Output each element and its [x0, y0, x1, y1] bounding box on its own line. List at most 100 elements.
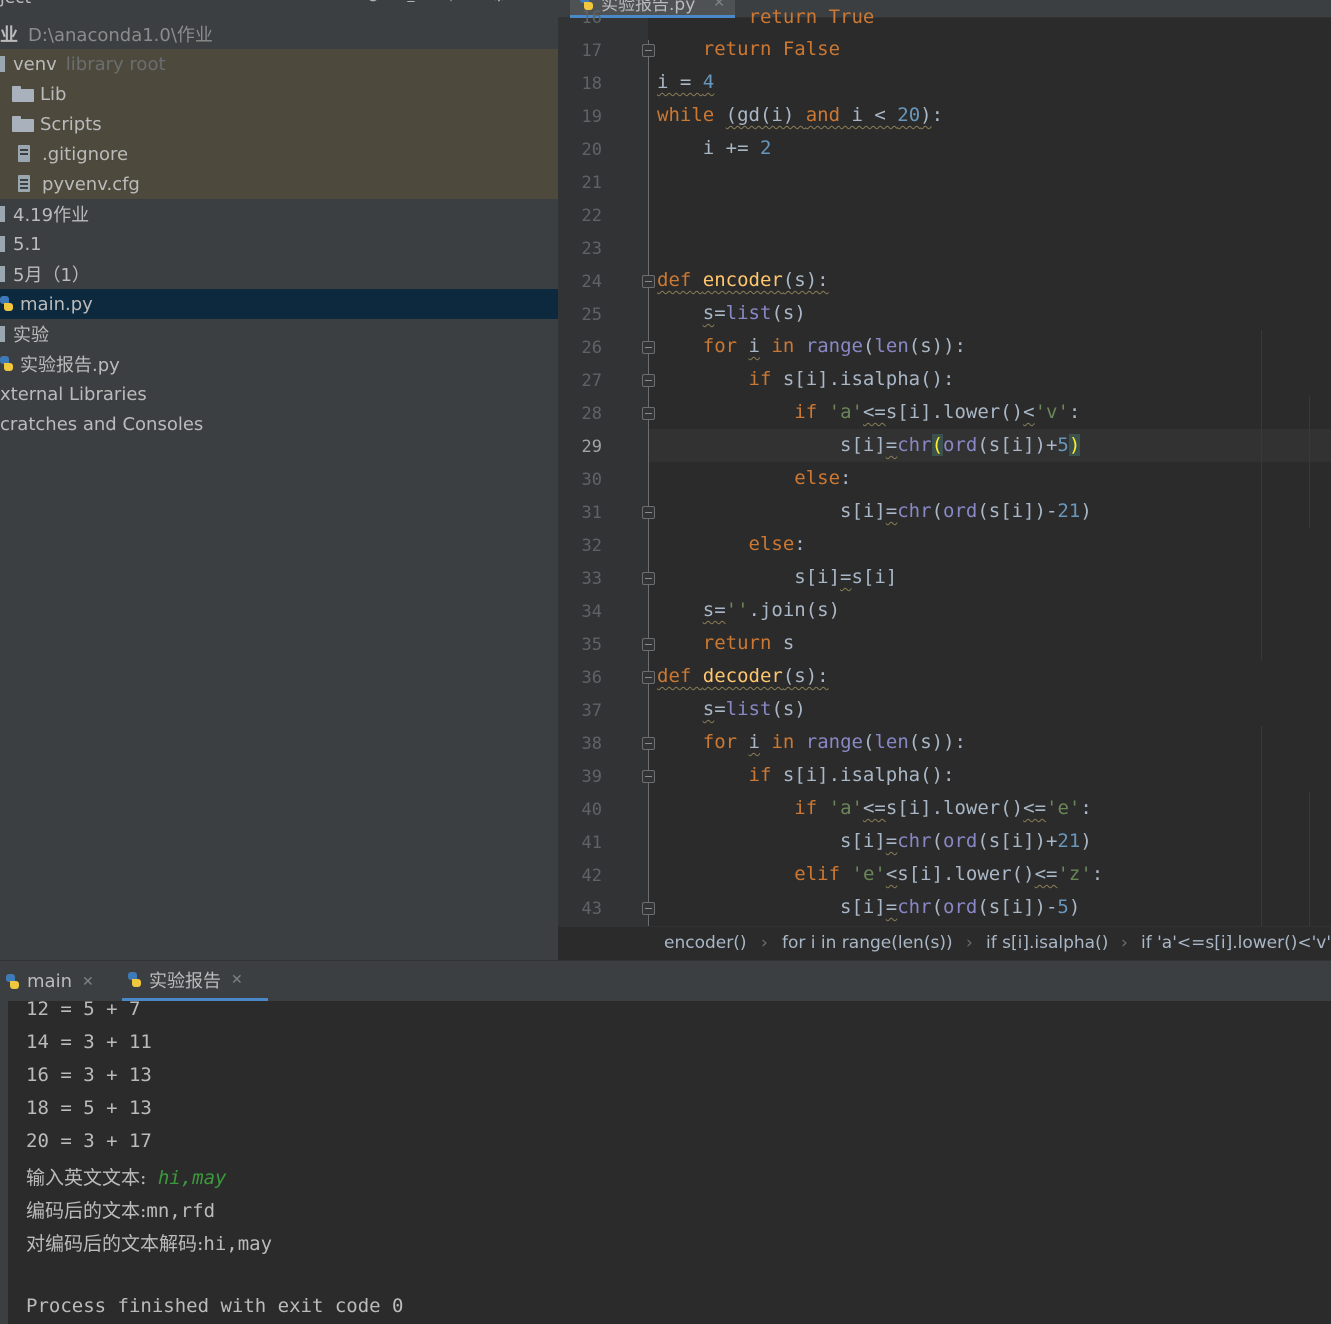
- run-tab-main[interactable]: main ✕: [0, 961, 100, 1002]
- decoded-value: hi,may: [203, 1233, 273, 1255]
- folder-icon: [12, 86, 34, 102]
- breadcrumb-item[interactable]: for i in range(len(s)): [782, 933, 953, 953]
- line-number: 40: [581, 800, 602, 820]
- code-line-33[interactable]: s[i]=s[i]: [657, 561, 897, 594]
- breadcrumb-item[interactable]: if 'a'<=s[i].lower()<'v': [1141, 933, 1331, 953]
- breadcrumb-item[interactable]: if s[i].isalpha(): [986, 933, 1108, 953]
- fold-marker-icon[interactable]: [642, 341, 655, 354]
- chevron-right-icon: ›: [1121, 933, 1128, 953]
- tree-item-label: venv: [13, 53, 57, 75]
- tree-item-gitignore[interactable]: .gitignore: [0, 139, 558, 169]
- code-line-19[interactable]: while (gd(i) and i < 20):: [657, 99, 943, 132]
- code-line-32[interactable]: else:: [657, 528, 806, 561]
- code-line-34[interactable]: s=''.join(s): [657, 594, 840, 627]
- fold-marker-icon[interactable]: [642, 737, 655, 750]
- fold-marker-icon[interactable]: [642, 275, 655, 288]
- fold-marker-icon[interactable]: [642, 44, 655, 57]
- line-number: 32: [581, 536, 602, 556]
- line-number: 36: [581, 668, 602, 688]
- code-line-17[interactable]: return False: [657, 33, 840, 66]
- tree-item-external-libraries[interactable]: xternal Libraries: [0, 379, 558, 409]
- console-prompt-line: 输入英文文本: hi,may: [26, 1163, 227, 1190]
- user-input-text: hi,may: [157, 1167, 227, 1189]
- code-line-24[interactable]: def encoder(s):: [657, 264, 829, 297]
- code-line-27[interactable]: if s[i].isalpha():: [657, 363, 955, 396]
- line-number: 28: [581, 404, 602, 424]
- code-line-39[interactable]: if s[i].isalpha():: [657, 759, 955, 792]
- python-run-icon: [128, 971, 142, 988]
- close-icon[interactable]: ✕: [231, 972, 243, 988]
- code-line-25[interactable]: s=list(s): [657, 297, 806, 330]
- tree-item-label: 5月（1）: [13, 265, 90, 286]
- line-number: 31: [581, 503, 602, 523]
- line-number: 18: [581, 74, 602, 94]
- project-title[interactable]: ject: [0, 0, 31, 8]
- tree-item-label: xternal Libraries: [0, 383, 147, 405]
- tree-item-may[interactable]: 5月（1）: [0, 259, 558, 289]
- code-line-38[interactable]: for i in range(len(s)):: [657, 726, 966, 759]
- line-number: 37: [581, 701, 602, 721]
- tree-item-label: pyvenv.cfg: [42, 173, 140, 195]
- chevron-down-icon[interactable]: ⌄: [48, 0, 59, 1]
- code-line-41[interactable]: s[i]=chr(ord(s[i])+21): [657, 825, 1092, 858]
- fold-marker-icon[interactable]: [642, 902, 655, 915]
- tree-item-label: 实验报告.py: [20, 355, 120, 376]
- code-line-43[interactable]: s[i]=chr(ord(s[i])-5): [657, 891, 1080, 924]
- fold-marker-icon[interactable]: [642, 671, 655, 684]
- tree-item-main-py[interactable]: main.py: [0, 289, 558, 319]
- line-number: 20: [581, 140, 602, 160]
- tree-item-lib[interactable]: Lib: [0, 79, 558, 109]
- fold-marker-icon[interactable]: [642, 407, 655, 420]
- fold-marker-icon[interactable]: [642, 638, 655, 651]
- tree-item-4-19[interactable]: 4.19作业: [0, 199, 558, 229]
- hide-icon[interactable]: —: [528, 0, 550, 6]
- run-tab-report[interactable]: 实验报告 ✕: [122, 961, 268, 1002]
- line-number: 41: [581, 833, 602, 853]
- python-file-icon: [0, 356, 14, 372]
- close-icon[interactable]: ✕: [82, 974, 94, 990]
- code-line-35[interactable]: return s: [657, 627, 795, 660]
- tree-item-venv[interactable]: venv library root: [0, 49, 558, 79]
- line-number: 27: [581, 371, 602, 391]
- fold-marker-icon[interactable]: [642, 572, 655, 585]
- fold-marker-icon[interactable]: [642, 770, 655, 783]
- code-line-37[interactable]: s=list(s): [657, 693, 806, 726]
- tree-item-scripts[interactable]: Scripts: [0, 109, 558, 139]
- tree-item-report-py[interactable]: 实验报告.py: [0, 349, 558, 379]
- line-number: 22: [581, 206, 602, 226]
- code-line-36[interactable]: def decoder(s):: [657, 660, 829, 693]
- tree-item-scratches[interactable]: cratches and Consoles: [0, 409, 558, 439]
- fold-marker-icon[interactable]: [642, 374, 655, 387]
- code-editor[interactable]: 实验报告.py ✕ return True return False i = 4…: [558, 0, 1331, 960]
- code-line-16[interactable]: return True: [657, 1, 875, 34]
- expand-all-icon[interactable]: ⤓: [400, 0, 422, 6]
- library-root-hint: library root: [65, 53, 166, 75]
- gear-icon[interactable]: ⚙: [488, 0, 510, 6]
- line-number: 19: [581, 107, 602, 127]
- tree-item-shiyan[interactable]: 实验: [0, 319, 558, 349]
- chevron-right-icon: ›: [966, 933, 973, 953]
- code-line-42[interactable]: elif 'e'<s[i].lower()<='z':: [657, 858, 1103, 891]
- tree-item-pyvenv-cfg[interactable]: pyvenv.cfg: [0, 169, 558, 199]
- tree-item-label: Scripts: [40, 113, 102, 135]
- tree-item-5-1[interactable]: 5.1: [0, 229, 558, 259]
- project-root-row[interactable]: 业 D:\anaconda1.0\作业: [0, 19, 558, 49]
- code-line-31[interactable]: s[i]=chr(ord(s[i])-21): [657, 495, 1092, 528]
- code-line-28[interactable]: if 'a'<=s[i].lower()<'v':: [657, 396, 1080, 429]
- code-line-40[interactable]: if 'a'<=s[i].lower()<='e':: [657, 792, 1092, 825]
- console-line: 12 = 5 + 7: [26, 998, 141, 1020]
- line-number: 42: [581, 866, 602, 886]
- code-line-29[interactable]: s[i]=chr(ord(s[i])+5): [657, 429, 1081, 462]
- fold-marker-icon[interactable]: [642, 506, 655, 519]
- code-line-18[interactable]: i = 4: [657, 66, 714, 99]
- code-line-30[interactable]: else:: [657, 462, 851, 495]
- line-number: 39: [581, 767, 602, 787]
- code-line-20[interactable]: i += 2: [657, 132, 772, 165]
- collapse-all-icon[interactable]: ⤒: [440, 0, 462, 6]
- run-console[interactable]: 12 = 5 + 7 14 = 3 + 11 16 = 3 + 13 18 = …: [0, 998, 1331, 1324]
- line-number: 35: [581, 635, 602, 655]
- line-number: 24: [581, 272, 602, 292]
- code-line-26[interactable]: for i in range(len(s)):: [657, 330, 966, 363]
- breadcrumb-item[interactable]: encoder(): [664, 933, 747, 953]
- locate-icon[interactable]: ⊕: [362, 0, 384, 6]
